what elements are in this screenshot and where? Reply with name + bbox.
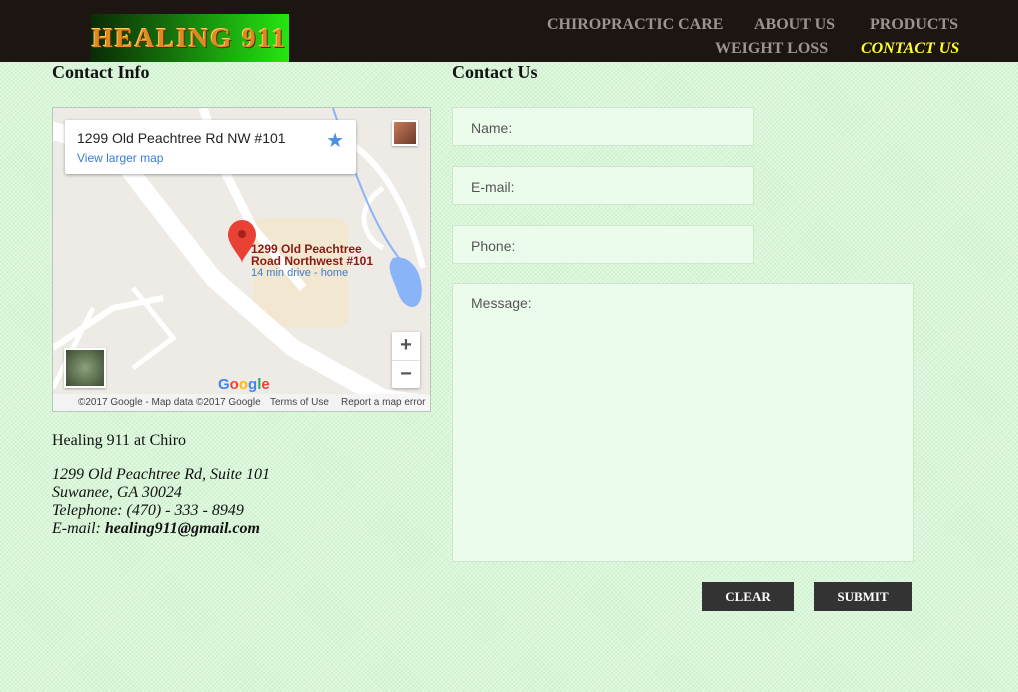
satellite-toggle-icon[interactable] bbox=[64, 348, 106, 388]
map-copyright: ©2017 Google - Map data ©2017 Google bbox=[78, 397, 261, 408]
view-larger-map-link[interactable]: View larger map bbox=[77, 151, 163, 165]
business-name: Healing 911 at Chiro bbox=[52, 432, 187, 449]
nav-products[interactable]: PRODUCTS bbox=[870, 16, 958, 34]
top-bar: HEALING 911 CHIROPRACTIC CARE ABOUT US P… bbox=[0, 0, 1018, 62]
email-address[interactable]: healing911@gmail.com bbox=[105, 520, 260, 537]
zoom-in-button[interactable]: + bbox=[392, 332, 420, 360]
map-pin-title: 1299 Old Peachtree Road Northwest #101 bbox=[251, 242, 374, 268]
map-footer: ©2017 Google - Map data ©2017 Google Ter… bbox=[53, 394, 430, 411]
address-line-1: 1299 Old Peachtree Rd, Suite 101 bbox=[52, 466, 271, 483]
contact-us-heading: Contact Us bbox=[452, 62, 538, 82]
address-line-2: Suwanee, GA 30024 bbox=[52, 484, 182, 501]
phone-field[interactable]: Phone: bbox=[452, 225, 754, 264]
nav-chiropractic-care[interactable]: CHIROPRACTIC CARE bbox=[547, 16, 723, 34]
clear-button[interactable]: CLEAR bbox=[702, 582, 794, 611]
nav-about-us[interactable]: ABOUT US bbox=[754, 16, 835, 34]
email-label: E-mail: bbox=[52, 520, 105, 537]
user-avatar-icon[interactable] bbox=[392, 120, 418, 146]
map-place-card: 1299 Old Peachtree Rd NW #101 View large… bbox=[65, 120, 356, 174]
email-line: E-mail: healing911@gmail.com bbox=[52, 520, 260, 538]
site-logo[interactable]: HEALING 911 bbox=[90, 14, 289, 62]
message-field[interactable]: Message: bbox=[452, 283, 914, 562]
zoom-controls: + − bbox=[392, 332, 420, 388]
map-pin-subtitle: 14 min drive - home bbox=[251, 267, 349, 279]
nav-weight-loss[interactable]: WEIGHT LOSS bbox=[715, 40, 828, 58]
submit-button[interactable]: SUBMIT bbox=[814, 582, 912, 611]
map-card-address: 1299 Old Peachtree Rd NW #101 bbox=[77, 130, 286, 146]
site-logo-text: HEALING 911 bbox=[91, 22, 288, 53]
zoom-out-button[interactable]: − bbox=[392, 360, 420, 388]
telephone-line: Telephone: (470) - 333 - 8949 bbox=[52, 502, 244, 519]
embedded-map[interactable]: 1299 Old Peachtree Rd NW #101 View large… bbox=[52, 107, 431, 412]
map-terms-link[interactable]: Terms of Use bbox=[270, 397, 329, 408]
email-field[interactable]: E-mail: bbox=[452, 166, 754, 205]
google-logo: Google bbox=[218, 376, 270, 393]
contact-info-heading: Contact Info bbox=[52, 62, 150, 82]
map-report-link[interactable]: Report a map error bbox=[341, 397, 425, 408]
name-field[interactable]: Name: bbox=[452, 107, 754, 146]
nav-contact-us[interactable]: CONTACT US bbox=[861, 40, 959, 58]
save-star-icon[interactable]: ★ bbox=[326, 128, 344, 153]
